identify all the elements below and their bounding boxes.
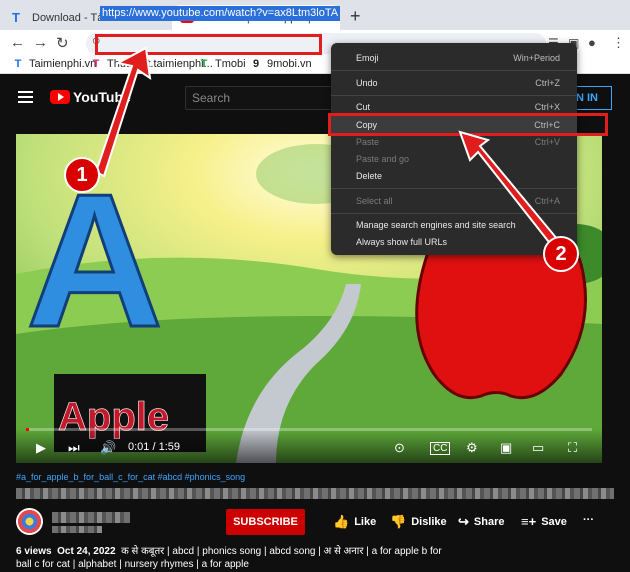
description-line: क से कबूतर | abcd | phonics song | abcd …: [121, 546, 442, 557]
menu-shortcut: Ctrl+V: [534, 137, 560, 147]
forward-icon[interactable]: →: [33, 34, 48, 51]
description-line: ball c for cat | alphabet | nursery rhym…: [16, 559, 249, 570]
save-label: Save: [541, 515, 567, 528]
video-description[interactable]: 6 views Oct 24, 2022 क से कबूतर | abcd |…: [16, 545, 616, 571]
tmobi-icon: T: [200, 58, 208, 70]
autoplay-toggle-icon[interactable]: ⊙: [394, 440, 405, 456]
menu-label: Paste: [356, 137, 380, 147]
next-icon[interactable]: ⏭: [68, 440, 80, 456]
progress-fill: [26, 428, 30, 431]
menu-label: Select all: [356, 196, 393, 206]
bookmark-label: 9mobi.vn: [267, 58, 312, 70]
volume-icon[interactable]: 🔊: [100, 440, 116, 456]
upload-date: Oct 24, 2022: [57, 546, 116, 557]
fullscreen-icon[interactable]: ⛶: [568, 440, 577, 456]
sign-in-button[interactable]: N IN: [572, 86, 612, 110]
add-to-playlist-icon: ≡+: [521, 514, 537, 529]
url-highlight-box: [95, 34, 322, 55]
bookmark-item[interactable]: T Taimienphi.vn: [12, 58, 97, 70]
bookmark-item[interactable]: T Tmobi: [198, 58, 246, 70]
channel-name-blurred[interactable]: [52, 512, 130, 523]
save-button[interactable]: ≡+ Save: [521, 514, 567, 529]
menu-item-manage-search-engines[interactable]: Manage search engines and site search: [331, 216, 577, 233]
bookmark-label: Thuthuat.taimienphi...: [107, 58, 213, 70]
hamburger-menu-icon[interactable]: [18, 91, 33, 103]
taimienphi-icon: T: [14, 58, 22, 70]
dislike-label: Dislike: [411, 516, 447, 528]
menu-item-always-show-full-urls[interactable]: Always show full URLs: [331, 233, 577, 250]
thumbs-up-icon: 👍: [333, 514, 350, 529]
bookmark-label: Tmobi: [215, 58, 246, 70]
menu-label: Always show full URLs: [356, 237, 448, 247]
menu-label: Delete: [356, 171, 383, 181]
thumbs-down-icon: 👎: [390, 514, 407, 529]
youtube-logo[interactable]: YouTube: [50, 89, 131, 105]
step-1-badge: 1: [64, 157, 100, 193]
menu-shortcut: Ctrl+A: [534, 196, 560, 206]
video-time: 0:01 / 1:59: [128, 441, 180, 453]
subscribe-button[interactable]: SUBSCRIBE: [226, 509, 305, 535]
new-tab-icon[interactable]: +: [350, 6, 361, 27]
settings-gear-icon[interactable]: ⚙: [466, 440, 478, 456]
taimienphi-favicon-icon: T: [12, 9, 20, 25]
menu-item-paste-and-go[interactable]: Paste and go: [331, 150, 577, 167]
menu-item-select-all[interactable]: Select all Ctrl+A: [331, 192, 577, 209]
url-text-selected[interactable]: https://www.youtube.com/watch?v=ax8Ltm3l…: [100, 6, 341, 21]
menu-shortcut: Ctrl+X: [534, 102, 560, 112]
share-button[interactable]: ↪ Share: [458, 514, 504, 530]
dislike-button[interactable]: 👎 Dislike: [390, 514, 447, 530]
share-arrow-icon: ↪: [458, 514, 469, 529]
menu-label: Paste and go: [356, 154, 410, 164]
reload-icon[interactable]: ↻: [56, 34, 69, 52]
youtube-wordmark: YouTube: [73, 89, 131, 105]
9mobi-icon: 9: [252, 58, 260, 70]
menu-item-delete[interactable]: Delete: [331, 167, 577, 184]
thuthuat-icon: T: [92, 58, 100, 70]
context-menu: Emoji Win+Period Undo Ctrl+Z Cut Ctrl+X Cop…: [331, 43, 577, 255]
copy-highlight-box: [328, 113, 608, 136]
menu-label: Undo: [356, 78, 378, 88]
more-actions-icon[interactable]: ···: [583, 514, 594, 526]
channel-avatar[interactable]: [16, 508, 43, 535]
menu-divider: [331, 188, 577, 189]
menu-divider: [331, 213, 577, 214]
step-2-badge: 2: [543, 236, 579, 272]
video-title-blurred: [16, 488, 614, 499]
view-count: 6 views: [16, 546, 52, 557]
like-label: Like: [354, 516, 377, 528]
menu-label: Cut: [356, 102, 371, 112]
menu-divider: [331, 70, 577, 71]
subscriber-count-blurred: [52, 526, 102, 533]
progress-bar[interactable]: [26, 428, 592, 431]
menu-label: Emoji: [356, 53, 379, 63]
menu-item-emoji[interactable]: Emoji Win+Period: [331, 49, 577, 66]
menu-item-undo[interactable]: Undo Ctrl+Z: [331, 74, 577, 91]
menu-shortcut: Ctrl+Z: [535, 78, 560, 88]
menu-label: Manage search engines and site search: [356, 220, 516, 230]
menu-divider: [331, 95, 577, 96]
like-button[interactable]: 👍 Like: [333, 514, 376, 530]
youtube-play-logo-icon: [50, 90, 70, 104]
theater-mode-icon[interactable]: ▭: [532, 440, 544, 456]
screen: T Download - Tải Miễn Phí VN - Ph ✕ अ से…: [0, 0, 630, 572]
share-label: Share: [473, 516, 505, 528]
menu-kebab-icon[interactable]: ⋮: [612, 35, 625, 51]
menu-shortcut: Win+Period: [513, 53, 560, 63]
hashtags[interactable]: #a_for_apple_b_for_ball_c_for_cat #abcd …: [16, 472, 245, 482]
play-icon[interactable]: ▶: [36, 440, 46, 456]
miniplayer-icon[interactable]: ▣: [500, 440, 512, 456]
profile-avatar-icon[interactable]: ●: [588, 35, 596, 50]
captions-icon[interactable]: CC: [430, 442, 451, 455]
bookmark-item[interactable]: T Thuthuat.taimienphi...: [90, 58, 213, 70]
back-icon[interactable]: ←: [10, 34, 25, 51]
bookmark-label: Taimienphi.vn: [29, 58, 97, 70]
bookmark-item[interactable]: 9 9mobi.vn: [250, 58, 312, 70]
